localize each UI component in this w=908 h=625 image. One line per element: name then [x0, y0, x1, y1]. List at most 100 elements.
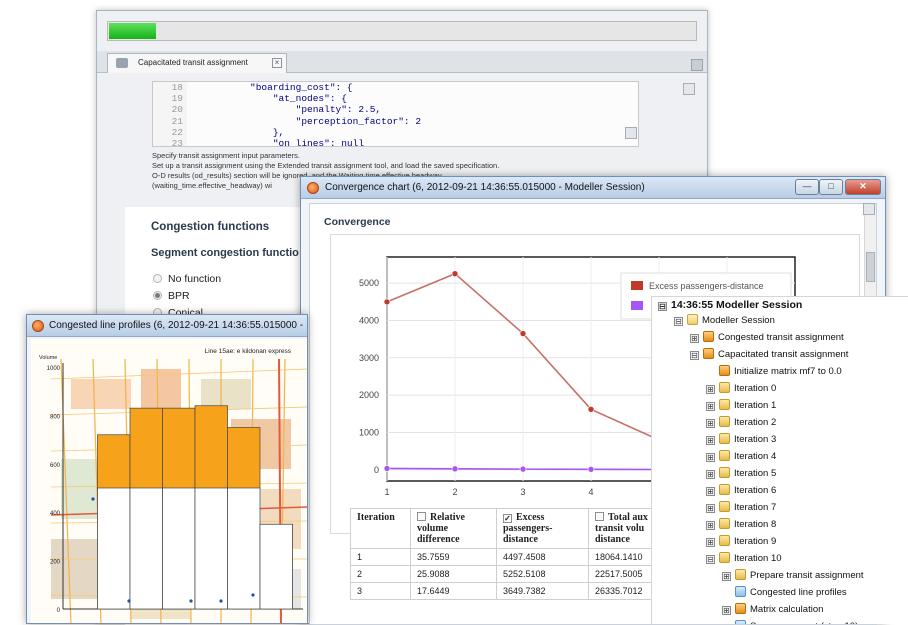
tab-menu-icon[interactable]	[691, 59, 703, 71]
tree-item[interactable]: ⊞ Iteration 0	[706, 380, 776, 397]
expand-icon[interactable]: ⊞	[706, 504, 715, 513]
data-point	[451, 270, 459, 278]
radio-button-icon[interactable]	[153, 291, 162, 300]
y-tick-label: 1000	[47, 366, 61, 372]
collapse-icon[interactable]: ⊟	[674, 317, 683, 326]
folder-icon	[735, 569, 746, 580]
maximize-button[interactable]: □	[819, 179, 843, 195]
tree-item[interactable]: ⊞ Iteration 4	[706, 448, 776, 465]
column-header[interactable]: Total aux transit volu distance	[588, 508, 661, 549]
radio-option-bpr[interactable]: BPR	[153, 290, 190, 302]
tree-item[interactable]: Congested line profiles	[735, 584, 847, 601]
tree-item[interactable]: ⊞ Iteration 5	[706, 465, 776, 482]
column-header-label: Iteration	[357, 512, 395, 523]
table-cell: 2	[350, 565, 411, 583]
tree-item[interactable]: ⊞ Iteration 1	[706, 397, 776, 414]
data-point	[383, 465, 391, 472]
expand-icon[interactable]: ⊞	[706, 453, 715, 462]
tool-icon	[703, 348, 714, 359]
tree-item[interactable]: ⊞ Iteration 3	[706, 431, 776, 448]
legend-swatch	[631, 281, 643, 290]
tree-item[interactable]: ⊟ Iteration 10	[706, 550, 782, 567]
checkbox[interactable]	[595, 512, 604, 521]
code-line: "perception_factor": 2	[193, 115, 422, 127]
expand-icon[interactable]: ⊞	[706, 470, 715, 479]
expand-icon[interactable]: ⊞	[706, 521, 715, 530]
expand-icon[interactable]: ⊞	[706, 487, 715, 496]
title-bar[interactable]: Congested line profiles (6, 2012-09-21 1…	[27, 315, 307, 337]
table-cell: 35.7559	[410, 548, 497, 566]
panel-menu-button[interactable]	[863, 203, 875, 215]
x-tick-label: 4	[588, 487, 593, 497]
stop-marker	[251, 593, 255, 597]
tree-item[interactable]: ⊞ Iteration 9	[706, 533, 776, 550]
collapse-icon[interactable]: ⊟	[658, 302, 667, 311]
volume-bar	[227, 487, 261, 610]
expand-icon[interactable]: ⊞	[706, 436, 715, 445]
editor-scroll-down-button[interactable]	[625, 127, 637, 139]
tab-capacitated-transit-assignment[interactable]: Capacitated transit assignment ×	[107, 53, 287, 73]
line-number: 20	[171, 104, 183, 116]
tree-item-label: Prepare transit assignment	[750, 570, 864, 581]
description-line: Specify transit assignment input paramet…	[152, 151, 300, 160]
tree-item-label: Iteration 3	[734, 434, 777, 445]
expand-icon[interactable]: ⊞	[706, 385, 715, 394]
table-cell: 4497.4508	[496, 548, 589, 566]
specification-editor[interactable]: 18 19 20 21 22 23 "boarding_cost": { "at_node…	[152, 81, 639, 147]
tree-item[interactable]: ⊟ Capacitated transit assignment	[690, 346, 848, 363]
collapse-icon[interactable]: ⊟	[706, 555, 715, 564]
line-number: 21	[171, 115, 183, 127]
column-header[interactable]: Relative volume difference	[410, 508, 497, 549]
table-row: 2 25.9088 5252.5108 22517.5005	[350, 565, 661, 583]
tree-item-label: Capacitated transit assignment	[718, 349, 849, 360]
radio-option-no-function[interactable]: No function	[153, 273, 221, 285]
title-bar[interactable]: Convergence chart (6, 2012-09-21 14:36:5…	[301, 177, 885, 199]
tree-item-label: Congested transit assignment	[718, 332, 844, 343]
tree-item-label: Congested line profiles	[750, 587, 847, 598]
tree-item-label: Iteration 6	[734, 485, 777, 496]
data-point	[519, 465, 527, 473]
checkbox[interactable]	[417, 512, 426, 521]
stop-marker	[91, 497, 95, 501]
congested-line-profiles-window: Congested line profiles (6, 2012-09-21 1…	[26, 314, 308, 624]
tree-item[interactable]: ⊞ Iteration 7	[706, 499, 776, 516]
collapse-icon[interactable]: ⊟	[690, 351, 699, 360]
table-row: 3 17.6449 3649.7382 26335.7012	[350, 582, 661, 600]
y-tick-label: 4000	[359, 315, 379, 325]
minimize-button[interactable]: —	[795, 179, 819, 195]
expand-icon[interactable]: ⊞	[722, 606, 731, 615]
scrollbar-thumb[interactable]	[866, 252, 875, 282]
expand-icon[interactable]: ⊞	[706, 538, 715, 547]
expand-icon[interactable]: ⊞	[706, 402, 715, 411]
app-icon	[307, 182, 319, 194]
tree-item[interactable]: ⊞ Matrix calculation	[722, 601, 823, 618]
data-point	[383, 298, 391, 306]
tree-item[interactable]: ⊞ Iteration 8	[706, 516, 776, 533]
y-tick-label: 1000	[359, 427, 379, 437]
checkbox[interactable]: ✓	[503, 514, 512, 523]
tree-item-label: Iteration 9	[734, 536, 777, 547]
radio-button-icon[interactable]	[153, 274, 162, 283]
tree-item[interactable]: ⊞ Prepare transit assignment	[722, 567, 864, 584]
line-number-gutter: 18 19 20 21 22 23	[153, 82, 187, 146]
expand-icon[interactable]: ⊞	[722, 572, 731, 581]
table-cell: 22517.5005	[588, 565, 661, 583]
tree-item[interactable]: ⊞ Iteration 6	[706, 482, 776, 499]
close-icon[interactable]: ×	[272, 58, 282, 68]
session-icon	[687, 314, 698, 325]
expand-icon[interactable]: ⊞	[706, 419, 715, 428]
map-block	[201, 379, 251, 409]
tree-item[interactable]: ⊞ Congested transit assignment	[690, 329, 844, 346]
tree-item[interactable]: ⊟ Modeller Session	[674, 312, 775, 329]
column-header[interactable]: ✓ Excess passengers-distance	[496, 508, 589, 549]
tree-item[interactable]: ⊞ Iteration 2	[706, 414, 776, 431]
folder-icon	[719, 484, 730, 495]
folder-icon	[719, 552, 730, 563]
tree-item[interactable]: Initialize matrix mf7 to 0.0	[719, 363, 842, 380]
close-button[interactable]: ✕	[845, 179, 881, 195]
tree-item[interactable]: Summary report (step 10)	[735, 618, 858, 624]
expand-icon[interactable]: ⊞	[690, 334, 699, 343]
line-profile-svg: 0 200 400 600 800 1000 Volume Line 15ae: e kild…	[39, 348, 307, 623]
editor-menu-button[interactable]	[683, 83, 695, 95]
folder-icon	[719, 501, 730, 512]
